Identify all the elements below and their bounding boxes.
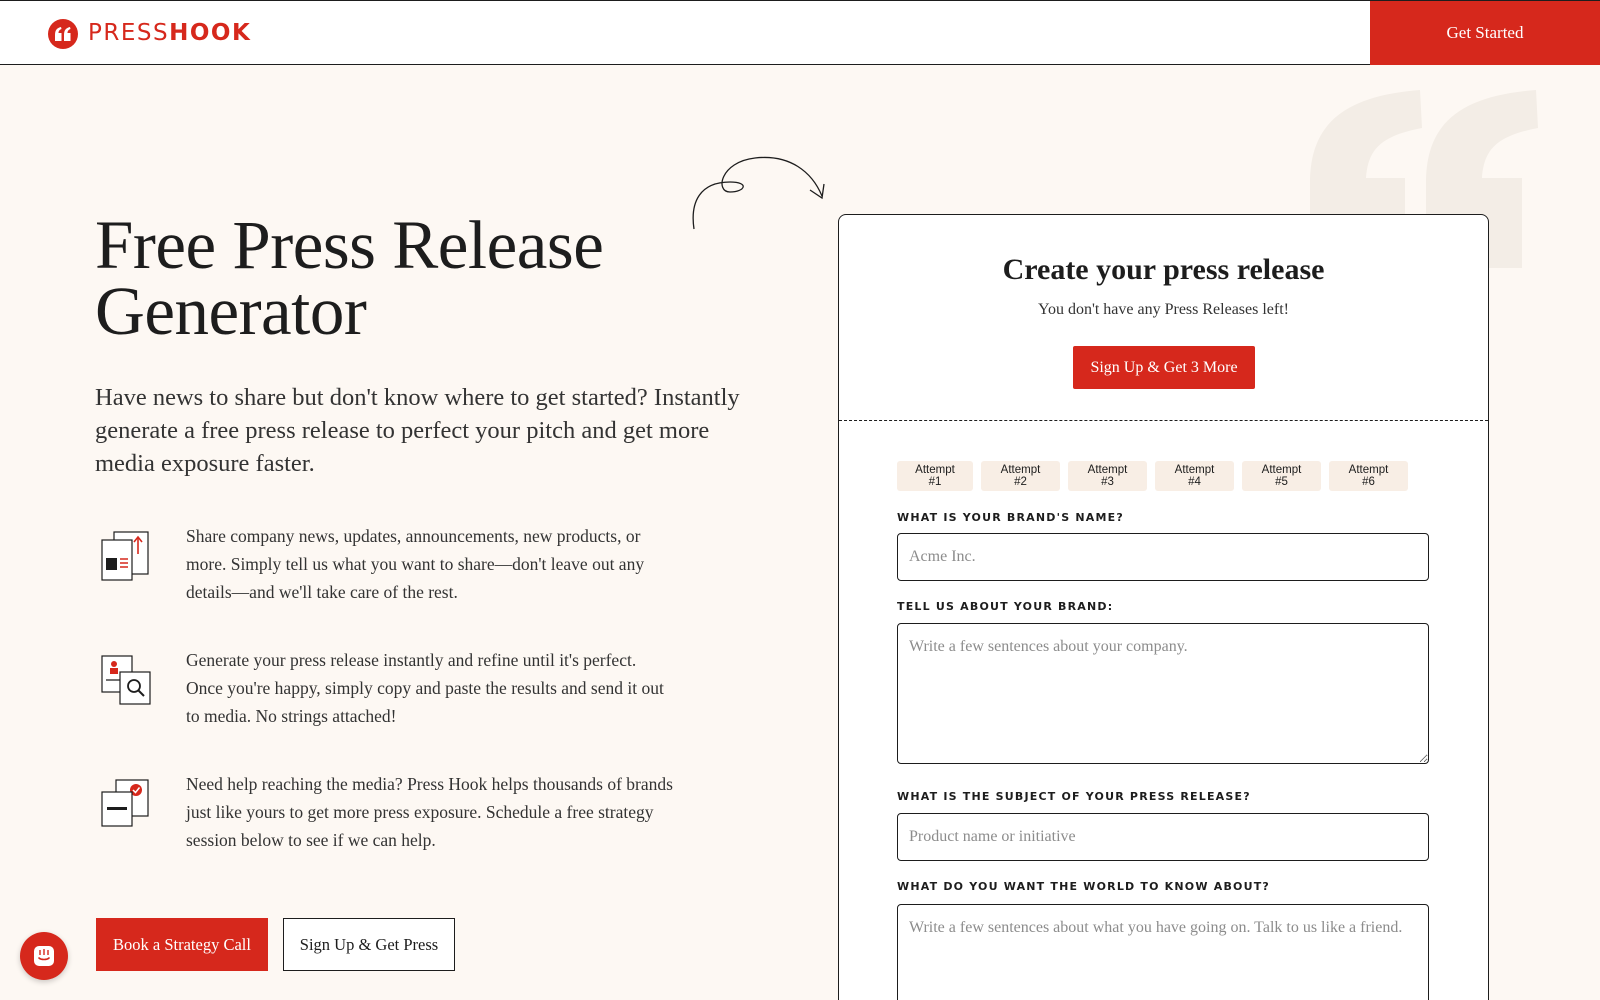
- feature-share-news: Share company news, updates, announcemen…: [100, 522, 680, 612]
- page-title: Free Press Release Generator: [95, 211, 735, 346]
- tab-attempt-3[interactable]: Attempt #3: [1068, 461, 1147, 491]
- world-know-label: WHAT DO YOU WANT THE WORLD TO KNOW ABOUT…: [897, 880, 1270, 893]
- presshook-logo[interactable]: PRESSHOOK: [48, 18, 251, 49]
- page-title-line2: Generator: [95, 273, 367, 349]
- chat-icon: [34, 946, 54, 966]
- subject-label: WHAT IS THE SUBJECT OF YOUR PRESS RELEAS…: [897, 790, 1251, 803]
- card-subtitle: You don't have any Press Releases left!: [1038, 301, 1289, 318]
- tab-attempt-4[interactable]: Attempt #4: [1155, 461, 1234, 491]
- dashed-divider: [839, 420, 1488, 421]
- tab-attempt-6[interactable]: Attempt #6: [1329, 461, 1408, 491]
- press-release-card: Create your press release You don't have…: [838, 214, 1489, 1000]
- logo-hook-text: HOOK: [169, 20, 252, 46]
- world-know-textarea[interactable]: [897, 904, 1429, 1000]
- news-upload-icon: [101, 531, 149, 581]
- brand-about-textarea[interactable]: [897, 623, 1429, 764]
- top-header: PRESSHOOK Get Started: [0, 0, 1600, 65]
- book-strategy-call-button[interactable]: Book a Strategy Call: [96, 918, 268, 971]
- media-check-icon: [101, 779, 149, 827]
- tab-attempt-1[interactable]: Attempt #1: [897, 461, 973, 491]
- subject-input[interactable]: [897, 813, 1429, 861]
- feature-text: Share company news, updates, announcemen…: [186, 526, 645, 602]
- attempt-tabs: Attempt #1 Attempt #2 Attempt #3 Attempt…: [897, 461, 1408, 491]
- brand-about-label: TELL US ABOUT YOUR BRAND:: [897, 600, 1114, 613]
- page-title-line1: Free Press Release: [95, 207, 604, 283]
- get-started-button[interactable]: Get Started: [1370, 1, 1600, 65]
- chat-widget-button[interactable]: [20, 932, 68, 980]
- brand-name-input[interactable]: [897, 533, 1429, 581]
- hero-subtitle: Have news to share but don't know where …: [95, 384, 740, 477]
- card-title: Create your press release: [1002, 253, 1325, 286]
- sign-up-get-press-button[interactable]: Sign Up & Get Press: [283, 918, 455, 971]
- feature-media-help: Need help reaching the media? Press Hook…: [100, 770, 680, 860]
- feature-generate: Generate your press release instantly an…: [100, 646, 680, 736]
- logo-press-text: PRESS: [88, 20, 170, 46]
- tab-attempt-2[interactable]: Attempt #2: [981, 461, 1060, 491]
- brand-name-label: WHAT IS YOUR BRAND'S NAME?: [897, 511, 1124, 524]
- search-document-icon: [101, 655, 151, 705]
- quote-logo-icon: [48, 18, 78, 49]
- feature-text: Need help reaching the media? Press Hook…: [186, 774, 673, 850]
- logo-wordmark: PRESSHOOK: [88, 22, 251, 45]
- feature-text: Generate your press release instantly an…: [186, 650, 664, 726]
- sign-up-get-more-button[interactable]: Sign Up & Get 3 More: [1073, 346, 1255, 389]
- tab-attempt-5[interactable]: Attempt #5: [1242, 461, 1321, 491]
